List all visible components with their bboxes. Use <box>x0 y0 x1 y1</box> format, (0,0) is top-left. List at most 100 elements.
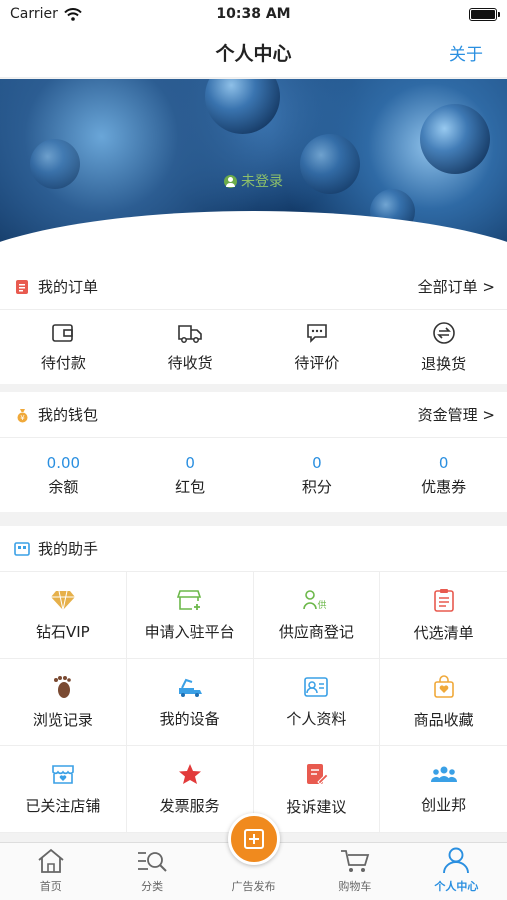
selection-list[interactable]: 代选清单 <box>380 572 507 659</box>
order-pending-review[interactable]: 待评价 <box>254 310 381 384</box>
tab-label: 分类 <box>141 880 164 893</box>
assistant-item-label: 我的设备 <box>159 709 220 728</box>
home-icon <box>38 848 64 873</box>
tab-bar: 首页 分类 广告发布 购物车 个人中心 <box>0 813 507 900</box>
browse-history[interactable]: 浏览记录 <box>0 659 127 746</box>
order-item-label: 待收货 <box>167 353 213 372</box>
tab-label: 广告发布 <box>231 880 276 893</box>
tab-ad-publish[interactable]: 广告发布 <box>203 813 304 900</box>
assistant-item-label: 个人资料 <box>286 709 347 728</box>
order-pending-receipt[interactable]: 待收货 <box>127 310 254 384</box>
favorite-bag-icon <box>433 674 454 698</box>
banner-gem <box>420 104 490 174</box>
startup-union[interactable]: 创业邦 <box>380 746 507 833</box>
tab-label: 个人中心 <box>434 880 479 893</box>
comment-icon <box>307 323 327 343</box>
personal-profile[interactable]: 个人资料 <box>253 659 381 746</box>
wallet-label: 余额 <box>48 477 79 496</box>
order-doc-icon <box>14 279 30 295</box>
list-icon <box>433 588 454 612</box>
followed-stores[interactable]: 已关注店铺 <box>0 746 127 833</box>
category-search-icon <box>138 852 167 872</box>
assistant-section: 我的助手 钻石VIP 申请入驻平台 供 供应商登记 代选清单 浏览记录 我的设备 <box>0 526 507 833</box>
exchange-icon <box>432 321 455 344</box>
page-title: 个人中心 <box>215 43 292 65</box>
truck-icon <box>178 324 202 343</box>
my-devices[interactable]: 我的设备 <box>126 659 254 746</box>
wallet-value: 0.00 <box>46 453 81 472</box>
assistant-item-label: 浏览记录 <box>32 710 93 729</box>
all-orders-link[interactable]: 全部订单 > <box>418 276 495 297</box>
team-icon <box>430 766 457 782</box>
diamond-vip[interactable]: 钻石VIP <box>0 572 127 659</box>
supplier-registration[interactable]: 供 供应商登记 <box>253 572 381 659</box>
tab-category[interactable]: 分类 <box>101 843 202 900</box>
wallet-red-packet[interactable]: 0 红包 <box>127 438 254 512</box>
footprint-icon <box>53 675 71 698</box>
status-bar: Carrier 10:38 AM <box>0 0 507 28</box>
tab-cart[interactable]: 购物车 <box>304 843 405 900</box>
orders-title: 我的订单 <box>38 278 99 296</box>
wallet-balance[interactable]: 0.00 余额 <box>0 438 127 512</box>
assistant-item-label: 钻石VIP <box>36 622 90 641</box>
user-avatar-icon <box>224 174 237 188</box>
banner-gem <box>205 79 280 134</box>
profile-banner: 未登录 <box>0 79 507 271</box>
orders-section: 我的订单 全部订单 > 待付款 待收货 待评价 退换货 <box>0 264 507 384</box>
assistant-item-label: 供应商登记 <box>278 622 354 641</box>
tab-home[interactable]: 首页 <box>0 843 101 900</box>
profile-card-icon <box>304 676 329 697</box>
wallet-value: 0 <box>438 453 449 472</box>
wallet-label: 红包 <box>175 477 206 496</box>
assistant-item-label: 申请入驻平台 <box>144 622 235 641</box>
fund-management-link[interactable]: 资金管理 > <box>418 404 495 425</box>
assistant-item-label: 投诉建议 <box>286 797 347 816</box>
wallet-value: 0 <box>312 453 322 472</box>
order-item-label: 待评价 <box>294 353 340 372</box>
wallet-points[interactable]: 0 积分 <box>254 438 381 512</box>
cart-icon <box>340 850 370 872</box>
orders-header: 我的订单 全部订单 > <box>0 264 507 310</box>
order-item-label: 待付款 <box>40 353 86 372</box>
tab-profile[interactable]: 个人中心 <box>406 843 507 900</box>
tab-label: 首页 <box>39 880 62 893</box>
product-favorites[interactable]: 商品收藏 <box>380 659 507 746</box>
assistant-item-label: 商品收藏 <box>413 710 474 729</box>
ad-publish-icon <box>243 829 264 849</box>
ad-publish-button[interactable] <box>227 813 280 865</box>
toolbox-icon <box>14 541 30 557</box>
device-icon <box>178 678 202 697</box>
assistant-item-label: 发票服务 <box>159 796 220 815</box>
assistant-item-label: 创业邦 <box>421 795 467 814</box>
order-returns[interactable]: 退换货 <box>380 310 507 384</box>
money-bag-icon: ¥ <box>14 407 30 423</box>
wallet-section: ¥ 我的钱包 资金管理 > 0.00 余额 0 红包 0 积分 0 优惠券 <box>0 392 507 512</box>
battery-icon <box>469 7 500 21</box>
store-add-icon <box>176 589 201 610</box>
about-link[interactable]: 关于 <box>449 40 483 65</box>
wallet-icon <box>52 323 74 342</box>
login-text: 未登录 <box>241 174 283 190</box>
star-icon <box>178 763 201 784</box>
tab-label: 购物车 <box>338 880 372 893</box>
wallet-header: ¥ 我的钱包 资金管理 > <box>0 392 507 438</box>
user-icon <box>443 847 470 874</box>
assistant-item-label: 代选清单 <box>413 623 474 642</box>
apply-platform-entry[interactable]: 申请入驻平台 <box>126 572 254 659</box>
wallet-value: 0 <box>185 453 195 472</box>
svg-text:¥: ¥ <box>20 414 25 422</box>
complaint-icon <box>307 763 329 785</box>
assistant-header: 我的助手 <box>0 526 507 572</box>
carrier-label: Carrier <box>10 6 58 22</box>
wallet-label: 优惠券 <box>421 477 467 496</box>
banner-curve <box>0 211 507 271</box>
diamond-icon <box>50 590 75 610</box>
wallet-coupons[interactable]: 0 优惠券 <box>380 438 507 512</box>
order-pending-payment[interactable]: 待付款 <box>0 310 127 384</box>
wifi-icon <box>64 7 82 21</box>
assistant-title: 我的助手 <box>38 540 99 558</box>
svg-text:供: 供 <box>318 599 327 611</box>
nav-bar: 个人中心 关于 <box>0 28 507 78</box>
login-status[interactable]: 未登录 <box>0 171 507 191</box>
assistant-item-label: 已关注店铺 <box>25 796 101 815</box>
